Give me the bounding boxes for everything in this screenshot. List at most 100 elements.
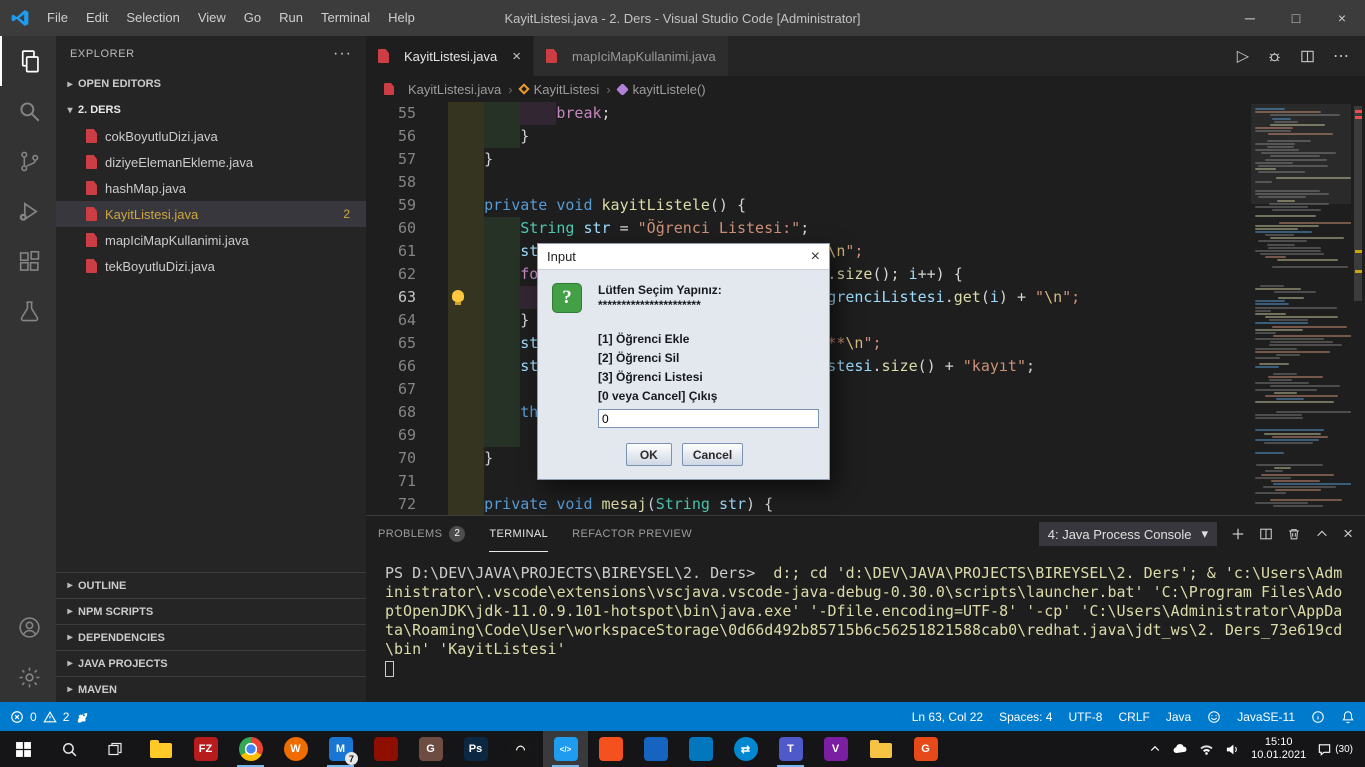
breadcrumb-item[interactable]: KayitListesi.java [384, 82, 501, 97]
dialog-close-icon[interactable]: × [811, 248, 820, 266]
warning-count[interactable]: 2 [63, 710, 70, 724]
onedrive-cloud-icon[interactable] [1172, 741, 1188, 757]
taskbar-app-pdf-app[interactable]: G [903, 731, 948, 767]
taskbar-app-purple-app[interactable]: V [813, 731, 858, 767]
taskbar-app-file-explorer[interactable] [138, 731, 183, 767]
code-line-55[interactable]: 55 break; [366, 102, 1251, 125]
taskbar-app-orange-w-app[interactable]: W [273, 731, 318, 767]
tab-mapIciMapKullanimi.java[interactable]: mapIciMapKullanimi.java [533, 36, 729, 76]
file-item-diziyeElemanEkleme.java[interactable]: diziyeElemanEkleme.java [56, 149, 366, 175]
code-line-56[interactable]: 56} [366, 125, 1251, 148]
menu-run[interactable]: Run [270, 0, 312, 36]
eol-sequence[interactable]: CRLF [1118, 710, 1149, 724]
run-button[interactable]: ▷ [1237, 46, 1249, 66]
more-actions-icon[interactable]: ⋯ [1333, 46, 1349, 66]
taskbar-app-blue-app[interactable] [633, 731, 678, 767]
section-outline[interactable]: ▸ OUTLINE [56, 572, 366, 598]
notifications-bell-icon[interactable] [1341, 710, 1355, 724]
menu-go[interactable]: Go [235, 0, 270, 36]
open-editors-section[interactable]: ▸ OPEN EDITORS [56, 71, 366, 97]
taskbar-app-red-app[interactable] [363, 731, 408, 767]
ok-button[interactable]: OK [625, 443, 672, 466]
debug-run-button[interactable] [1267, 49, 1282, 64]
taskbar-app-chrome[interactable] [228, 731, 273, 767]
file-item-cokBoyutluDizi.java[interactable]: cokBoyutluDizi.java [56, 123, 366, 149]
maximize-button[interactable]: □ [1273, 0, 1319, 36]
tray-chevron-up-icon[interactable] [1149, 743, 1161, 755]
dialog-text-input[interactable] [598, 409, 819, 428]
taskbar-app-folder-app[interactable] [858, 731, 903, 767]
section-dependencies[interactable]: ▸ DEPENDENCIES [56, 624, 366, 650]
start-button[interactable] [0, 731, 46, 767]
close-tab-icon[interactable]: × [512, 48, 521, 65]
lightbulb-icon[interactable] [452, 290, 464, 305]
file-item-KayitListesi.java[interactable]: KayitListesi.java 2 [56, 201, 366, 227]
activity-run-debug[interactable] [0, 186, 56, 236]
launch-icon[interactable] [75, 710, 89, 724]
minimap[interactable] [1251, 102, 1351, 515]
overview-ruler[interactable] [1351, 102, 1365, 515]
dialog-title-bar[interactable]: Input × [538, 244, 829, 270]
activity-extensions[interactable] [0, 236, 56, 286]
taskbar-search-icon[interactable] [46, 731, 92, 767]
taskbar-app-photoshop[interactable]: Ps [453, 731, 498, 767]
breadcrumb-item[interactable]: KayitListesi [517, 82, 599, 97]
terminal-picker-dropdown[interactable]: 4: Java Process Console ▾ [1038, 522, 1218, 546]
java-runtime[interactable]: JavaSE-11 [1237, 710, 1295, 724]
folder-2-ders[interactable]: ▾ 2. DERS [56, 97, 366, 123]
activity-account[interactable] [0, 602, 56, 652]
cancel-button[interactable]: Cancel [681, 443, 744, 466]
terminal-output[interactable]: PS D:\DEV\JAVA\PROJECTS\BIREYSEL\2. Ders… [366, 552, 1365, 682]
split-editor-button[interactable] [1300, 49, 1315, 64]
code-line-72[interactable]: 72 private void mesaj(String str) { [366, 493, 1251, 515]
taskbar-app-orange-app[interactable] [588, 731, 633, 767]
split-terminal-button[interactable] [1259, 527, 1273, 541]
activity-testing[interactable] [0, 286, 56, 336]
menu-edit[interactable]: Edit [77, 0, 117, 36]
taskbar-app-filezilla[interactable]: FZ [183, 731, 228, 767]
taskbar-clock[interactable]: 15:10 10.01.2021 [1251, 736, 1306, 762]
taskbar-app-gimp[interactable]: G [408, 731, 453, 767]
menu-help[interactable]: Help [379, 0, 424, 36]
file-item-hashMap.java[interactable]: hashMap.java [56, 175, 366, 201]
close-panel-icon[interactable]: × [1343, 524, 1353, 544]
file-item-mapIciMapKullanimi.java[interactable]: mapIciMapKullanimi.java [56, 227, 366, 253]
error-count[interactable]: 0 [30, 710, 37, 724]
maximize-panel-chevron-icon[interactable] [1315, 527, 1329, 541]
code-line-60[interactable]: 60 String str = "Öğrenci Listesi:"; [366, 217, 1251, 240]
menu-view[interactable]: View [189, 0, 235, 36]
code-line-57[interactable]: 57} [366, 148, 1251, 171]
activity-settings[interactable] [0, 652, 56, 702]
close-button[interactable]: × [1319, 0, 1365, 36]
code-line-59[interactable]: 59 private void kayitListele() { [366, 194, 1251, 217]
panel-tab-terminal[interactable]: TERMINAL [489, 516, 549, 552]
code-line-58[interactable]: 58 [366, 171, 1251, 194]
file-item-tekBoyutluDizi.java[interactable]: tekBoyutluDizi.java [56, 253, 366, 279]
taskbar-app-teams[interactable]: T [768, 731, 813, 767]
taskbar-app-vscode[interactable]: </> [543, 731, 588, 767]
indentation[interactable]: Spaces: 4 [999, 710, 1052, 724]
minimize-button[interactable]: ─ [1227, 0, 1273, 36]
kill-terminal-trash-icon[interactable] [1287, 527, 1301, 541]
panel-tab-refactor-preview[interactable]: REFACTOR PREVIEW [572, 516, 692, 552]
tab-KayitListesi.java[interactable]: KayitListesi.java × [366, 36, 534, 76]
code-editor[interactable]: 55 break; 56} 57} 58 59 private void kayitList… [366, 102, 1365, 515]
taskbar-app-mail[interactable]: M7 [318, 731, 363, 767]
error-count-icon[interactable] [10, 710, 24, 724]
new-terminal-button[interactable] [1231, 527, 1245, 541]
sidebar-more-actions-icon[interactable]: ··· [333, 45, 352, 63]
menu-file[interactable]: File [38, 0, 77, 36]
notification-center[interactable]: (30) [1317, 742, 1353, 757]
language-mode[interactable]: Java [1166, 710, 1191, 724]
section-npm-scripts[interactable]: ▸ NPM SCRIPTS [56, 598, 366, 624]
activity-search[interactable] [0, 86, 56, 136]
activity-explorer[interactable] [0, 36, 56, 86]
feedback-icon[interactable] [1207, 710, 1221, 724]
task-view-icon[interactable] [92, 731, 138, 767]
activity-source-control[interactable] [0, 136, 56, 186]
menu-terminal[interactable]: Terminal [312, 0, 379, 36]
network-wifi-icon[interactable] [1199, 742, 1214, 757]
section-java-projects[interactable]: ▸ JAVA PROJECTS [56, 650, 366, 676]
section-maven[interactable]: ▸ MAVEN [56, 676, 366, 702]
volume-icon[interactable] [1225, 742, 1240, 757]
